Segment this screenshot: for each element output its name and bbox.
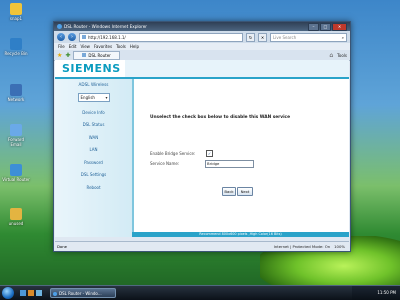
sidebar-item-password[interactable]: Password — [55, 160, 132, 165]
folder-icon — [10, 3, 22, 15]
zoom-level[interactable]: 100% — [334, 242, 345, 250]
desktop-icon-label: Virtual Router — [2, 177, 30, 182]
menu-edit[interactable]: Edit — [69, 43, 77, 50]
desktop-icon-recycle-bin[interactable]: Recycle Bin — [2, 38, 30, 56]
sidebar-item-dsl-settings[interactable]: DSL Settings — [55, 172, 132, 177]
menu-help[interactable]: Help — [130, 43, 139, 50]
language-select[interactable]: English ▾ — [77, 93, 110, 102]
search-input[interactable]: Live Search ⌕ — [270, 32, 347, 42]
maximize-button[interactable]: □ — [320, 23, 331, 31]
enable-bridge-checkbox[interactable]: ✓ — [206, 150, 213, 157]
window-title: DSL Router - Windows Internet Explorer — [64, 24, 148, 29]
clock[interactable]: 11:50 PM — [352, 286, 400, 300]
email-icon — [10, 124, 22, 136]
service-name-value: Bridge — [207, 161, 220, 166]
desktop-icon-snap1[interactable]: snap1 — [2, 3, 30, 21]
desktop-icon-label: unused — [8, 221, 24, 226]
page-icon — [82, 35, 86, 39]
sidebar-title: ADSL Wireless — [78, 82, 109, 87]
ie-icon — [57, 24, 62, 29]
refresh-button[interactable]: ↻ — [246, 32, 255, 42]
menu-favorites[interactable]: Favorites — [94, 43, 112, 50]
taskbar-window-button[interactable]: DSL Router - Windo... — [50, 288, 116, 298]
router-sidebar: ADSL Wireless English ▾ Device Info DSL … — [55, 79, 134, 237]
clock-time: 11:50 PM — [377, 290, 396, 295]
chevron-down-icon: ▾ — [105, 95, 108, 100]
taskbar-window-label: DSL Router - Windo... — [59, 291, 102, 296]
tools-button[interactable]: Tools — [337, 53, 347, 58]
sidebar-item-reboot[interactable]: Reboot — [55, 185, 132, 190]
router-icon — [10, 164, 22, 176]
taskbar: DSL Router - Windo... 11:50 PM — [0, 285, 400, 300]
ie-icon — [53, 292, 57, 296]
sidebar-item-lan[interactable]: LAN — [55, 147, 132, 152]
desktop-icon-forward-email[interactable]: Forward Email — [2, 124, 30, 147]
service-name-label: Service Name: — [150, 161, 180, 166]
stop-button[interactable]: ✕ — [258, 32, 267, 42]
forward-arrow-icon[interactable]: › — [68, 33, 76, 41]
page-title: Unselect the check box below to disable … — [150, 115, 291, 120]
home-icon[interactable]: ⌂ — [329, 52, 333, 59]
sidebar-item-dsl-status[interactable]: DSL Status — [55, 122, 132, 127]
tab-dsl-router[interactable]: DSL Router — [73, 50, 120, 60]
sidebar-item-wan[interactable]: WAN — [55, 135, 132, 140]
desktop-icon-label: Recycle Bin — [4, 51, 28, 56]
desktop-icon-network[interactable]: Network — [2, 84, 30, 102]
menu-view[interactable]: View — [80, 43, 90, 50]
siemens-logo: SIEMENS — [62, 62, 121, 75]
desktop-icon-label: Forward Email — [7, 137, 25, 147]
address-text: http://192.168.1.1/ — [88, 34, 126, 40]
status-text: Done — [57, 244, 67, 249]
close-button[interactable]: ✕ — [332, 23, 347, 31]
minimize-button[interactable]: – — [308, 23, 319, 31]
resolution-note: Recommend 800x600 pixels ,High Color(16 … — [132, 232, 349, 237]
browser-window: DSL Router - Windows Internet Explorer –… — [53, 21, 351, 252]
desktop-icon-label: snap1 — [9, 16, 23, 21]
recycle-bin-icon — [10, 38, 22, 50]
menu-tools[interactable]: Tools — [116, 43, 126, 50]
sidebar-item-device-info[interactable]: Device Info — [55, 110, 132, 115]
desktop-icon-unused[interactable]: unused — [2, 208, 30, 226]
enable-bridge-label: Enable Bridge Service: — [150, 151, 196, 156]
menu-bar: File Edit View Favorites Tools Help — [54, 43, 350, 50]
page-heading: Unselect the check box below to disable … — [150, 115, 290, 120]
title-bar[interactable]: DSL Router - Windows Internet Explorer –… — [54, 22, 350, 31]
back-arrow-icon[interactable]: ‹ — [57, 33, 65, 41]
switch-windows-icon[interactable] — [28, 290, 34, 296]
favorites-star-icon[interactable]: ★ — [57, 52, 62, 59]
menu-file[interactable]: File — [58, 43, 65, 50]
address-input[interactable]: http://192.168.1.1/ — [79, 32, 243, 42]
back-button[interactable]: Back — [222, 187, 236, 196]
search-placeholder: Live Search — [273, 34, 297, 40]
show-desktop-icon[interactable] — [20, 290, 26, 296]
address-bar-row: ‹ › http://192.168.1.1/ ↻ ✕ Live Search … — [54, 31, 350, 43]
command-bar: ⌂ Tools — [329, 52, 347, 59]
network-icon — [10, 84, 22, 96]
add-favorites-icon[interactable]: ✚ — [65, 52, 70, 59]
search-icon[interactable]: ⌕ — [342, 34, 344, 41]
folder-icon — [10, 208, 22, 220]
desktop-icon-label: Network — [7, 97, 25, 102]
status-bar: Done Internet | Protected Mode: On 100% — [55, 241, 349, 250]
start-button[interactable] — [2, 287, 14, 299]
next-button[interactable]: Next — [237, 187, 253, 196]
page-icon — [82, 53, 87, 57]
page-content: SIEMENS ADSL Wireless English ▾ Device I… — [55, 60, 349, 237]
language-value: English — [80, 95, 95, 100]
ie-quicklaunch-icon[interactable] — [36, 290, 42, 296]
service-name-input[interactable]: Bridge — [205, 160, 254, 168]
security-zone[interactable]: Internet | Protected Mode: On — [274, 242, 330, 250]
tab-label: DSL Router — [88, 52, 111, 58]
brand-header: SIEMENS — [55, 60, 349, 79]
desktop-icon-virtual-router[interactable]: Virtual Router — [2, 164, 30, 182]
